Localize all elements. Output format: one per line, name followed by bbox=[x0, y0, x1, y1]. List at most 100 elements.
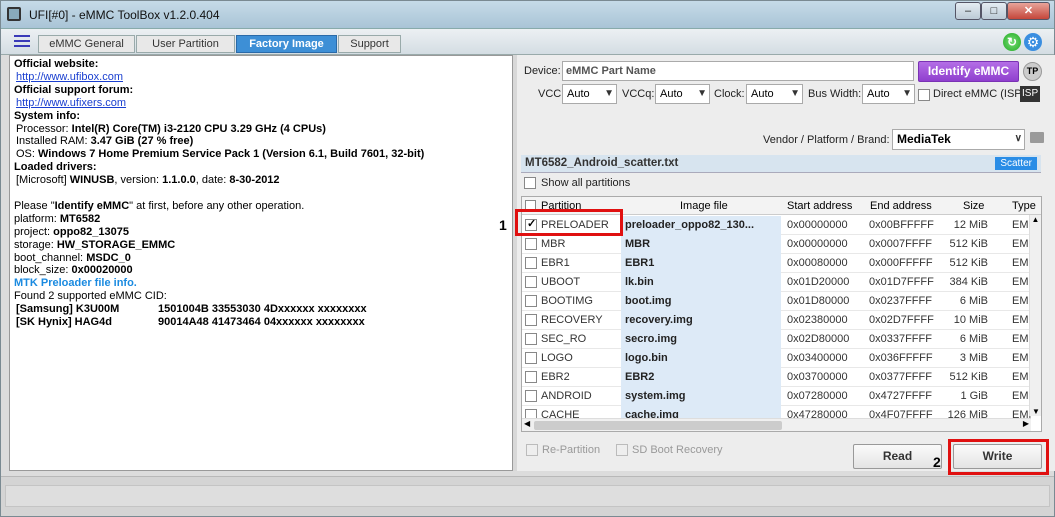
chevron-down-icon: ▼ bbox=[902, 88, 912, 99]
row-checkbox[interactable] bbox=[525, 371, 537, 383]
start-address-cell: 0x02380000 bbox=[787, 314, 848, 326]
identify-emmc-button[interactable]: Identify eMMC bbox=[918, 61, 1019, 82]
select-all-checkbox[interactable] bbox=[525, 200, 536, 211]
device-field[interactable]: eMMC Part Name bbox=[562, 61, 914, 81]
col-start-address[interactable]: Start address bbox=[787, 200, 852, 212]
partition-cell: PRELOADER bbox=[541, 219, 609, 231]
scroll-down-icon[interactable]: ▼ bbox=[1030, 407, 1041, 416]
col-image-file[interactable]: Image file bbox=[680, 200, 728, 212]
folder-icon[interactable] bbox=[1030, 132, 1044, 143]
scroll-thumb[interactable] bbox=[534, 421, 782, 430]
row-checkbox[interactable] bbox=[525, 217, 537, 231]
table-row[interactable]: EBR2EBR20x037000000x0377FFFF512 KiBEMM bbox=[522, 368, 1032, 387]
tab-user-partition[interactable]: User Partition bbox=[136, 35, 235, 53]
size-cell: 6 MiB bbox=[959, 333, 988, 345]
scatter-filename: MT6582_Android_scatter.txt bbox=[525, 157, 679, 169]
app-icon bbox=[7, 7, 21, 21]
vendor-select[interactable]: MediaTek ∨ bbox=[892, 129, 1025, 150]
image-file-cell: lk.bin bbox=[625, 276, 654, 288]
end-address-cell: 0x02D7FFFF bbox=[869, 314, 934, 326]
minimize-button[interactable]: – bbox=[955, 2, 981, 20]
table-row[interactable]: RECOVERY recovery.img 0x02380000 0x02D7FFFF… bbox=[522, 311, 1032, 330]
website-label: Official website: bbox=[14, 58, 99, 70]
size-cell: 12 MiB bbox=[953, 219, 988, 231]
scroll-left-icon[interactable]: ◀ bbox=[524, 419, 530, 428]
tab-factory-image[interactable]: Factory Image bbox=[236, 35, 337, 53]
row-checkbox[interactable] bbox=[525, 257, 537, 269]
show-all-checkbox[interactable] bbox=[524, 177, 536, 189]
device-label: Device: bbox=[524, 65, 561, 77]
size-cell: 512 KiB bbox=[949, 371, 988, 383]
row-checkbox[interactable] bbox=[525, 390, 537, 402]
table-row[interactable]: PRELOADER preloader_oppo82_130... 0x000000… bbox=[522, 216, 1032, 235]
col-size[interactable]: Size bbox=[963, 200, 984, 212]
bus-width-select[interactable]: Auto ▼ bbox=[862, 84, 915, 104]
ram-line: Installed RAM: 3.47 GiB (27 % free) bbox=[16, 135, 194, 148]
refresh-icon[interactable]: ↻ bbox=[1003, 33, 1021, 51]
row-checkbox[interactable] bbox=[525, 352, 537, 364]
website-link[interactable]: http://www.ufibox.com bbox=[14, 71, 123, 83]
row-checkbox[interactable] bbox=[525, 314, 537, 326]
sd-boot-checkbox[interactable] bbox=[616, 444, 628, 456]
driver-line: [Microsoft] WINUSB, version: 1.1.0.0, da… bbox=[16, 174, 280, 187]
write-button[interactable]: Write bbox=[953, 444, 1042, 469]
table-row[interactable]: UBOOT lk.bin 0x01D20000 0x01D7FFFF 384 KiB EM… bbox=[522, 273, 1032, 292]
col-partition[interactable]: Partition bbox=[541, 200, 581, 212]
image-file-cell: EBR1 bbox=[625, 257, 655, 269]
table-row[interactable]: BOOTIMG boot.img 0x01D80000 0x0237FFFF 6 MiB… bbox=[522, 292, 1032, 311]
tp-icon[interactable]: TP bbox=[1023, 62, 1042, 81]
scatter-badge[interactable]: Scatter bbox=[995, 157, 1037, 170]
repartition-checkbox[interactable] bbox=[526, 444, 538, 456]
direct-emmc-checkbox[interactable] bbox=[918, 89, 930, 101]
forum-link[interactable]: http://www.ufixers.com bbox=[14, 97, 126, 109]
show-all-label: Show all partitions bbox=[541, 177, 631, 189]
close-button[interactable]: ✕ bbox=[1007, 2, 1050, 20]
system-info-label: System info: bbox=[14, 109, 81, 122]
scatter-bar: MT6582_Android_scatter.txt Scatter bbox=[521, 155, 1041, 173]
scroll-up-icon[interactable]: ▲ bbox=[1030, 215, 1041, 224]
read-button[interactable]: Read bbox=[853, 444, 942, 469]
row-checkbox[interactable] bbox=[525, 276, 537, 288]
project-line: project: oppo82_13075 bbox=[14, 225, 129, 238]
partition-cell: SEC_RO bbox=[541, 333, 587, 345]
vertical-scrollbar[interactable]: ▲ ▼ bbox=[1029, 215, 1041, 416]
sd-boot-label: SD Boot Recovery bbox=[632, 444, 723, 456]
chevron-down-icon: ▼ bbox=[790, 88, 800, 99]
vccq-select[interactable]: Auto ▼ bbox=[655, 84, 710, 104]
menu-icon[interactable] bbox=[14, 35, 30, 49]
tab-emmc-general[interactable]: eMMC General bbox=[38, 35, 135, 53]
table-row[interactable]: ANDROID system.img 0x07280000 0x4727FFFF 1 G… bbox=[522, 387, 1032, 406]
gear-icon[interactable]: ⚙ bbox=[1024, 33, 1042, 51]
table-row[interactable]: LOGOlogo.bin0x034000000x036FFFFF3 MiBEMM bbox=[522, 349, 1032, 368]
scroll-right-icon[interactable]: ▶ bbox=[1023, 419, 1029, 428]
forum-label: Official support forum: bbox=[14, 83, 134, 96]
vcc-select[interactable]: Auto ▼ bbox=[562, 84, 617, 104]
table-row[interactable]: EBR1EBR10x000800000x000FFFFF512 KiBEMM bbox=[522, 254, 1032, 273]
col-end-address[interactable]: End address bbox=[870, 200, 932, 212]
log-panel: Official website: http://www.ufibox.com … bbox=[9, 55, 513, 471]
start-address-cell: 0x01D80000 bbox=[787, 295, 850, 307]
col-type[interactable]: Type bbox=[1012, 200, 1036, 212]
partition-cell: UBOOT bbox=[541, 276, 581, 288]
image-file-cell: recovery.img bbox=[625, 314, 693, 326]
app-window: UFI[#0] - eMMC ToolBox v1.2.0.404 – □ ✕ … bbox=[0, 0, 1055, 517]
start-address-cell: 0x00080000 bbox=[787, 257, 848, 269]
row-checkbox[interactable] bbox=[525, 238, 537, 250]
maximize-button[interactable]: □ bbox=[981, 2, 1007, 20]
end-address-cell: 0x000FFFFF bbox=[869, 257, 933, 269]
row-checkbox[interactable] bbox=[525, 333, 537, 345]
clock-select[interactable]: Auto ▼ bbox=[746, 84, 803, 104]
window-title: UFI[#0] - eMMC ToolBox v1.2.0.404 bbox=[29, 8, 220, 22]
tab-support[interactable]: Support bbox=[338, 35, 401, 53]
storage-line: storage: HW_STORAGE_EMMC bbox=[14, 238, 176, 251]
annotation-2: 2 bbox=[933, 454, 941, 470]
table-row[interactable]: MBRMBR0x000000000x0007FFFF512 KiBEMM bbox=[522, 235, 1032, 254]
repartition-label: Re-Partition bbox=[542, 444, 601, 456]
table-row[interactable]: SEC_RO secro.img 0x02D80000 0x0337FFFF 6 MiB… bbox=[522, 330, 1032, 349]
start-address-cell: 0x00000000 bbox=[787, 238, 848, 250]
start-address-cell: 0x02D80000 bbox=[787, 333, 850, 345]
image-file-cell: secro.img bbox=[625, 333, 677, 345]
row-checkbox[interactable] bbox=[525, 295, 537, 307]
preloader-info: MTK Preloader file info. bbox=[14, 277, 137, 290]
horizontal-scrollbar[interactable]: ◀ ▶ bbox=[522, 418, 1031, 431]
